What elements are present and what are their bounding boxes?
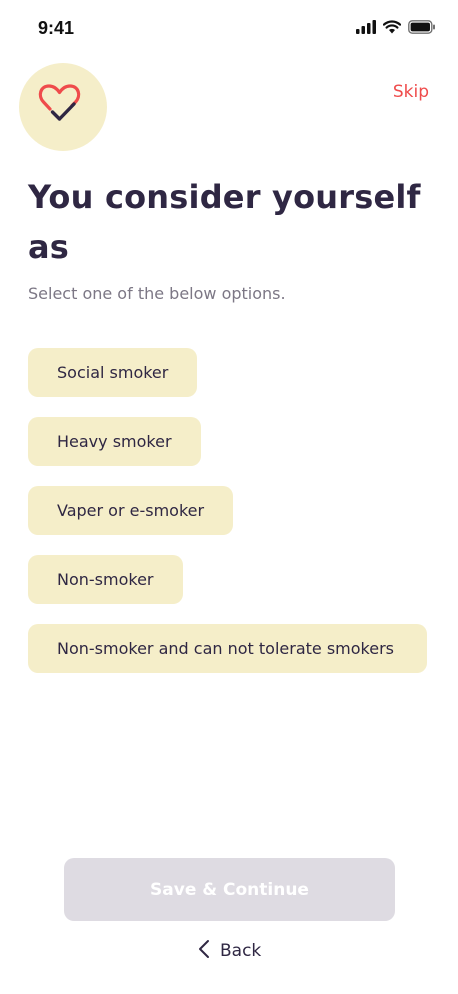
option-non-smoker-intolerant[interactable]: Non-smoker and can not tolerate smokers [28,624,427,673]
option-non-smoker[interactable]: Non-smoker [28,555,183,604]
wifi-icon [382,19,402,38]
save-continue-label: Save & Continue [150,879,309,900]
page-title: You consider yourself as [28,178,421,266]
status-icons [356,19,436,38]
back-button[interactable]: Back [198,938,261,964]
option-social-smoker[interactable]: Social smoker [28,348,198,397]
status-time: 9:41 [38,18,75,38]
status-bar: 9:41 [0,0,458,58]
option-heavy-smoker[interactable]: Heavy smoker [28,417,201,466]
skip-link[interactable]: Skip [393,82,429,102]
chevron-left-icon [198,939,210,964]
options-list: Social smoker Heavy smoker Vaper or e-sm… [28,348,428,693]
save-continue-button[interactable]: Save & Continue [64,858,395,921]
back-label: Back [220,941,262,961]
battery-icon [408,19,436,38]
signal-icon [356,19,376,38]
heart-check-icon [38,82,88,132]
option-vaper[interactable]: Vaper or e-smoker [28,486,234,535]
page-subtitle: Select one of the below options. [28,284,286,303]
app-logo [19,63,107,151]
